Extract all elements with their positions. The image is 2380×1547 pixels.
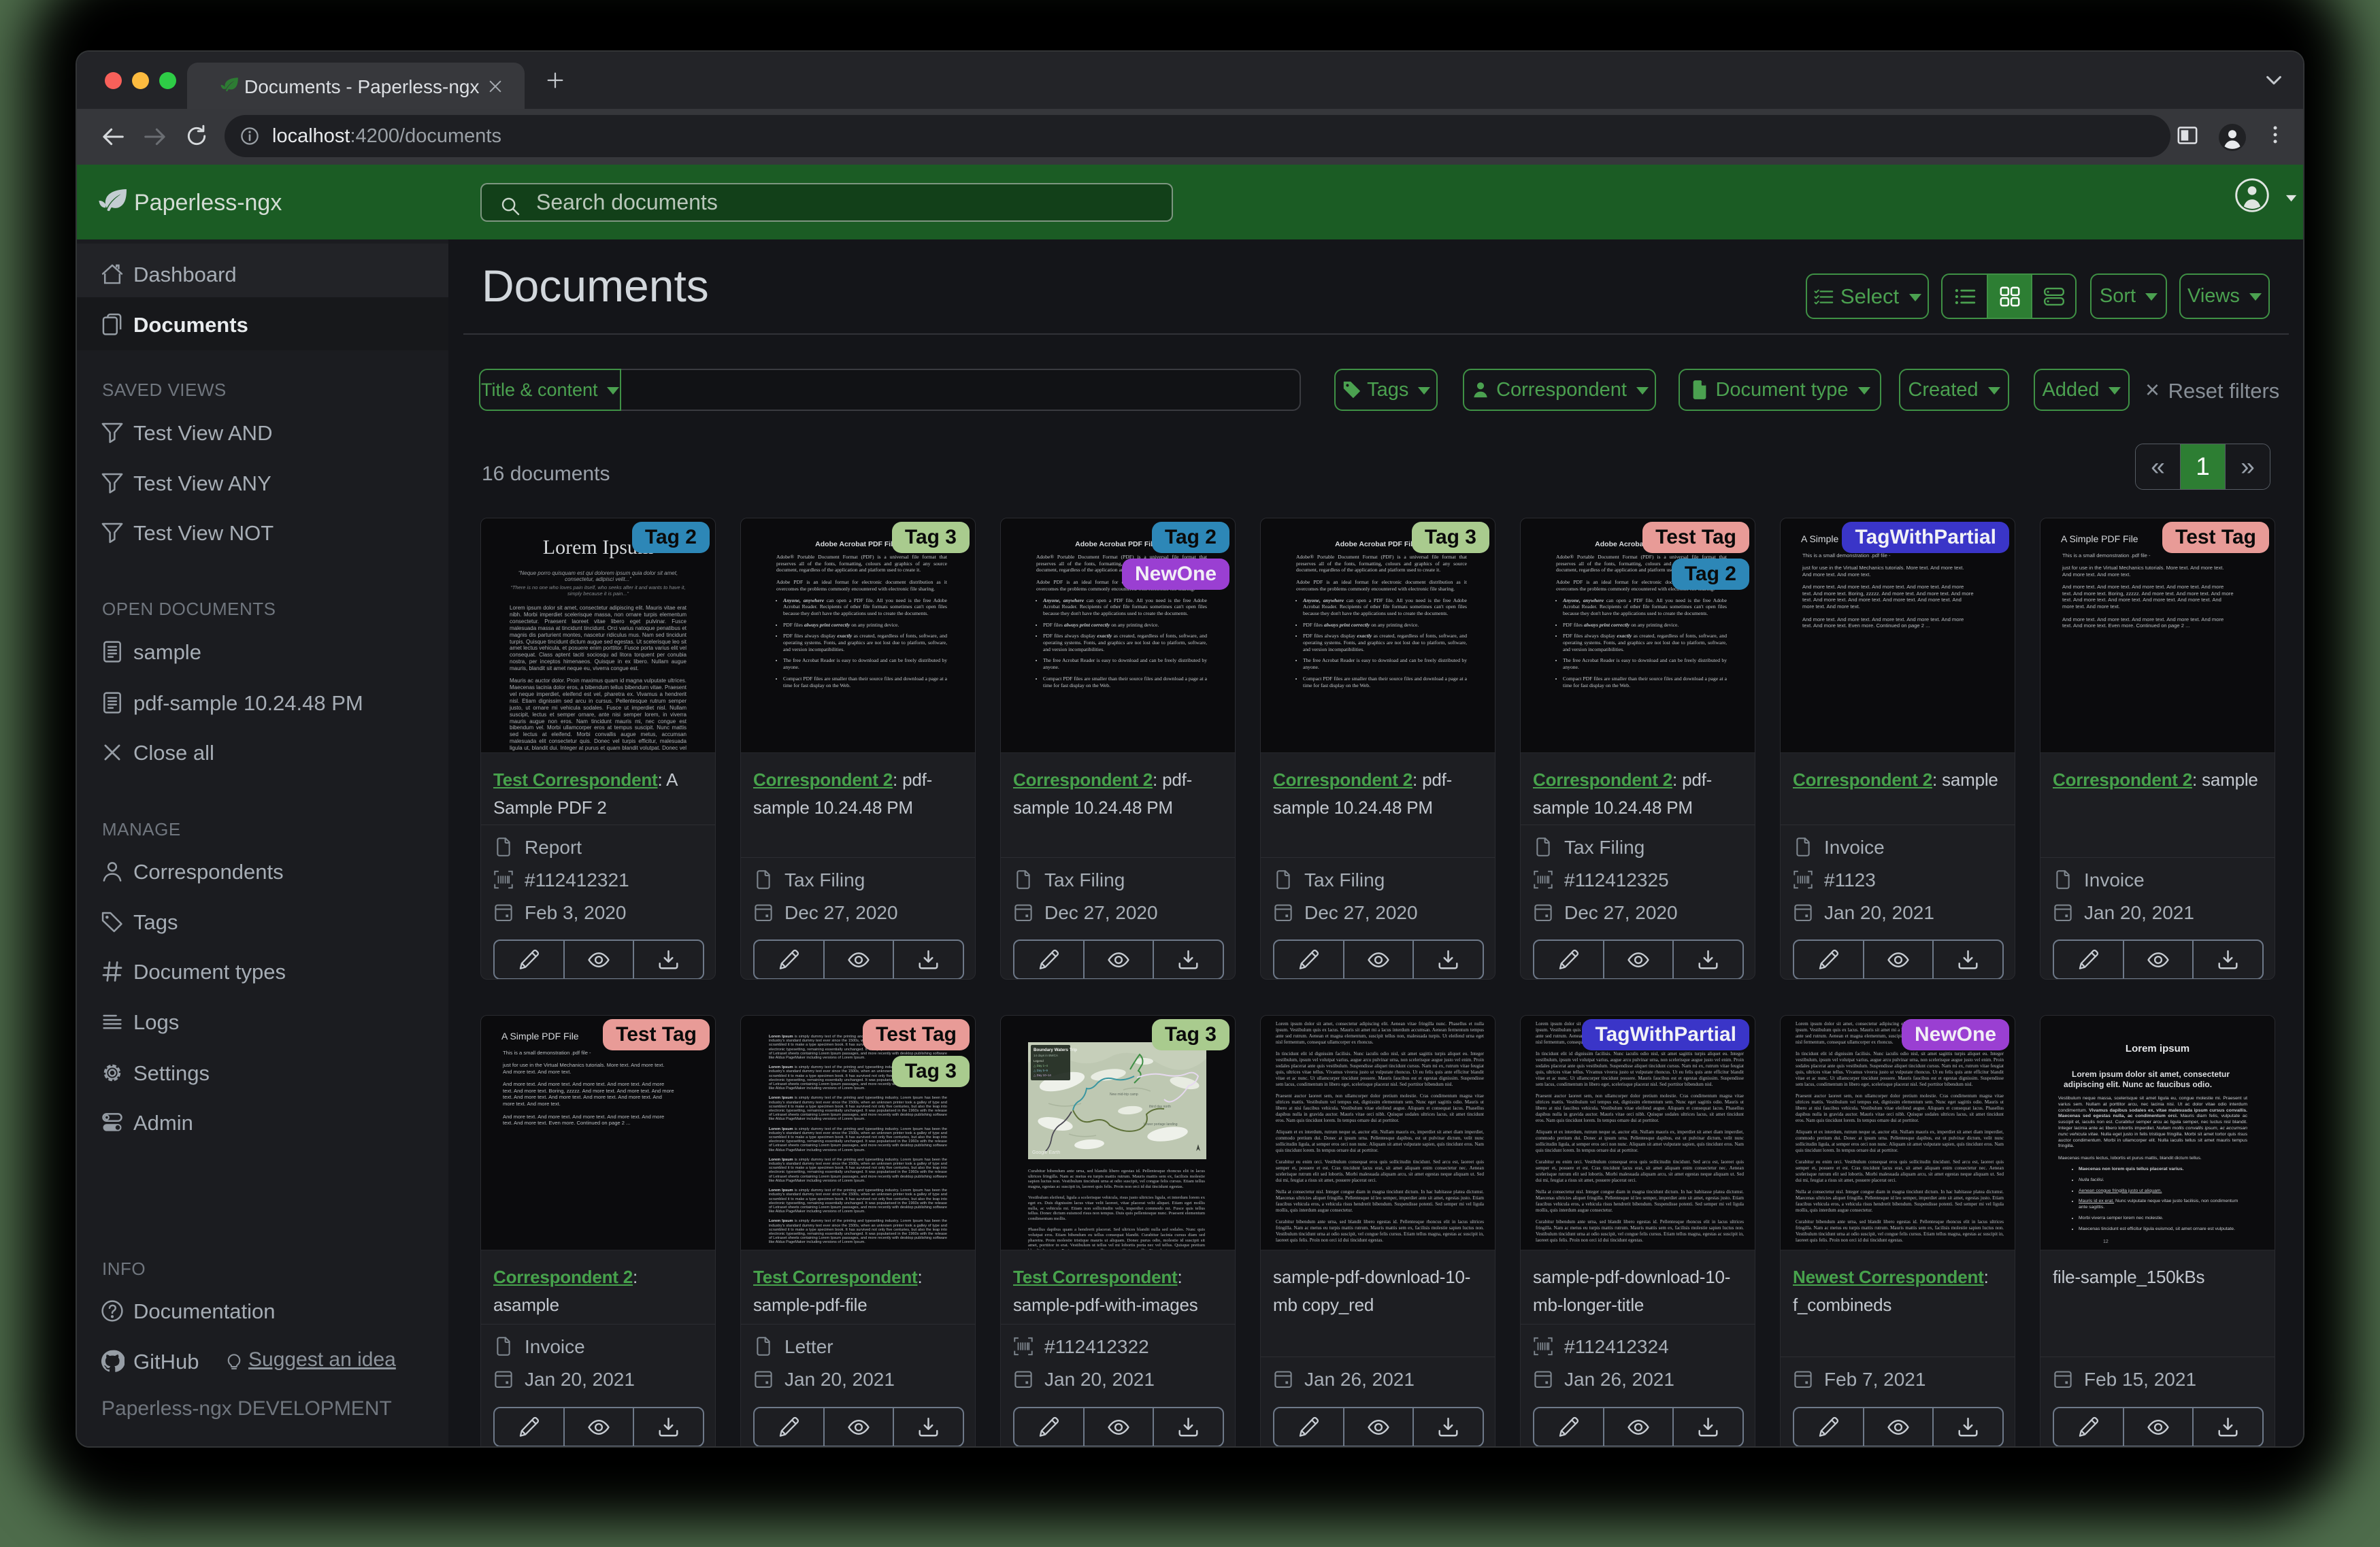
svg-text:Google Earth: Google Earth [1032, 1150, 1060, 1155]
svg-text:Boundary Waters Trip: Boundary Waters Trip [1034, 1048, 1077, 1052]
svg-text:Lower portage landing: Lower portage landing [1144, 1122, 1178, 1127]
svg-text:New mid-trip camp: New mid-trip camp [1110, 1093, 1138, 1097]
svg-text:Legend: Legend [1034, 1059, 1044, 1063]
svg-text:third day north: third day north [1149, 1105, 1171, 1109]
svg-text:△ Day 10–14: △ Day 10–14 [1034, 1074, 1051, 1077]
svg-text:△ Day 5–9: △ Day 5–9 [1034, 1069, 1048, 1072]
svg-text:△ Day 1–4: △ Day 1–4 [1034, 1064, 1048, 1067]
svg-text:14 days in BWCA: 14 days in BWCA [1034, 1054, 1059, 1057]
